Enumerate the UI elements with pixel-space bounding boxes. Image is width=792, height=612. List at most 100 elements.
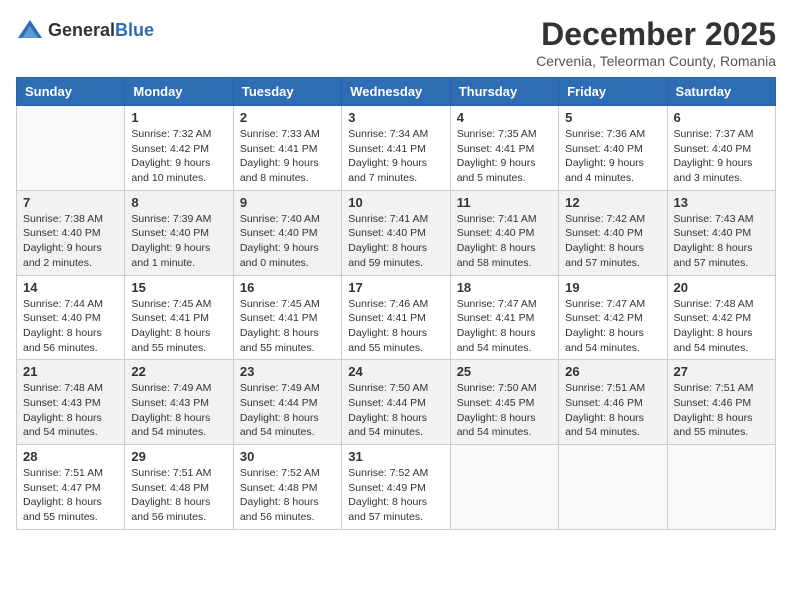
daylight-text: Daylight: 8 hours and 54 minutes. [348,412,427,439]
sunrise-text: Sunrise: 7:39 AM [131,213,211,225]
daylight-text: Daylight: 8 hours and 58 minutes. [457,242,536,269]
daylight-text: Daylight: 9 hours and 3 minutes. [674,157,753,184]
sunset-text: Sunset: 4:49 PM [348,482,426,494]
calendar-cell: 24Sunrise: 7:50 AMSunset: 4:44 PMDayligh… [342,360,450,445]
day-info: Sunrise: 7:39 AMSunset: 4:40 PMDaylight:… [131,212,226,271]
sunset-text: Sunset: 4:43 PM [131,397,209,409]
sunrise-text: Sunrise: 7:51 AM [674,382,754,394]
sunset-text: Sunset: 4:41 PM [131,312,209,324]
calendar-cell: 23Sunrise: 7:49 AMSunset: 4:44 PMDayligh… [233,360,341,445]
weekday-header: Wednesday [342,78,450,106]
calendar-cell: 27Sunrise: 7:51 AMSunset: 4:46 PMDayligh… [667,360,775,445]
calendar-cell: 1 Sunrise: 7:32 AMSunset: 4:42 PMDaylight… [125,106,233,191]
sunrise-text: Sunrise: 7:51 AM [23,467,103,479]
sunset-text: Sunset: 4:44 PM [240,397,318,409]
day-info: Sunrise: 7:38 AMSunset: 4:40 PMDaylight:… [23,212,118,271]
sunset-text: Sunset: 4:40 PM [457,227,535,239]
day-number: 2 [240,110,335,125]
day-number: 14 [23,280,118,295]
daylight-text: Daylight: 8 hours and 54 minutes. [23,412,102,439]
sunrise-text: Sunrise: 7:49 AM [240,382,320,394]
sunrise-text: Sunrise: 7:49 AM [131,382,211,394]
sunset-text: Sunset: 4:41 PM [457,143,535,155]
weekday-header: Thursday [450,78,558,106]
day-number: 29 [131,449,226,464]
sunrise-text: Sunrise: 7:48 AM [23,382,103,394]
calendar-cell: 15Sunrise: 7:45 AMSunset: 4:41 PMDayligh… [125,275,233,360]
daylight-text: Daylight: 8 hours and 57 minutes. [348,496,427,523]
sunrise-text: Sunrise: 7:51 AM [565,382,645,394]
sunset-text: Sunset: 4:41 PM [348,312,426,324]
daylight-text: Daylight: 8 hours and 56 minutes. [131,496,210,523]
day-info: Sunrise: 7:48 AMSunset: 4:43 PMDaylight:… [23,381,118,440]
day-info: Sunrise: 7:48 AMSunset: 4:42 PMDaylight:… [674,297,769,356]
day-info: Sunrise: 7:47 AMSunset: 4:42 PMDaylight:… [565,297,660,356]
sunrise-text: Sunrise: 7:36 AM [565,128,645,140]
day-number: 28 [23,449,118,464]
daylight-text: Daylight: 9 hours and 0 minutes. [240,242,319,269]
calendar-cell: 18Sunrise: 7:47 AMSunset: 4:41 PMDayligh… [450,275,558,360]
day-number: 10 [348,195,443,210]
sunrise-text: Sunrise: 7:46 AM [348,298,428,310]
calendar-cell [17,106,125,191]
sunrise-text: Sunrise: 7:45 AM [240,298,320,310]
calendar-cell [559,445,667,530]
day-number: 17 [348,280,443,295]
daylight-text: Daylight: 8 hours and 54 minutes. [457,412,536,439]
calendar-cell: 19 Sunrise: 7:47 AMSunset: 4:42 PMDayligh… [559,275,667,360]
calendar-week-row: 28 Sunrise: 7:51 AM Sunset: 4:47 PM Dayligh… [17,445,776,530]
day-info: Sunrise: 7:37 AMSunset: 4:40 PMDaylight:… [674,127,769,186]
calendar-cell: 29Sunrise: 7:51 AMSunset: 4:48 PMDayligh… [125,445,233,530]
daylight-text: Daylight: 8 hours and 54 minutes. [565,412,644,439]
day-number: 1 [131,110,226,125]
daylight-text: Daylight: 8 hours and 55 minutes. [131,327,210,354]
day-number: 13 [674,195,769,210]
month-title: December 2025 [536,16,776,53]
sunrise-text: Sunrise: 7:45 AM [131,298,211,310]
daylight-text: Daylight: 8 hours and 54 minutes. [674,327,753,354]
sunrise-text: Sunrise: 7:52 AM [240,467,320,479]
day-number: 16 [240,280,335,295]
day-number: 24 [348,364,443,379]
day-info: Sunrise: 7:41 AMSunset: 4:40 PMDaylight:… [348,212,443,271]
calendar-cell: 22Sunrise: 7:49 AMSunset: 4:43 PMDayligh… [125,360,233,445]
sunset-text: Sunset: 4:48 PM [240,482,318,494]
day-info: Sunrise: 7:50 AMSunset: 4:45 PMDaylight:… [457,381,552,440]
sunset-text: Sunset: 4:44 PM [348,397,426,409]
day-info: Sunrise: 7:40 AMSunset: 4:40 PMDaylight:… [240,212,335,271]
day-info: Sunrise: 7:51 AMSunset: 4:46 PMDaylight:… [565,381,660,440]
day-number: 4 [457,110,552,125]
day-info: Sunrise: 7:32 AMSunset: 4:42 PMDaylight:… [131,127,226,186]
sunset-text: Sunset: 4:40 PM [23,227,101,239]
calendar-cell: 14Sunrise: 7:44 AMSunset: 4:40 PMDayligh… [17,275,125,360]
calendar-cell: 12Sunrise: 7:42 AMSunset: 4:40 PMDayligh… [559,190,667,275]
day-number: 9 [240,195,335,210]
calendar-cell [667,445,775,530]
day-info: Sunrise: 7:41 AMSunset: 4:40 PMDaylight:… [457,212,552,271]
title-area: December 2025 Cervenia, Teleorman County… [536,16,776,69]
daylight-text: Daylight: 8 hours and 54 minutes. [240,412,319,439]
calendar-cell: 2Sunrise: 7:33 AMSunset: 4:41 PMDaylight… [233,106,341,191]
calendar-cell: 21Sunrise: 7:48 AMSunset: 4:43 PMDayligh… [17,360,125,445]
day-info: Sunrise: 7:43 AMSunset: 4:40 PMDaylight:… [674,212,769,271]
day-number: 6 [674,110,769,125]
day-info: Sunrise: 7:51 AMSunset: 4:47 PMDaylight:… [23,466,118,525]
calendar-header-row: SundayMondayTuesdayWednesdayThursdayFrid… [17,78,776,106]
daylight-text: Daylight: 9 hours and 7 minutes. [348,157,427,184]
day-number: 26 [565,364,660,379]
day-number: 30 [240,449,335,464]
day-number: 27 [674,364,769,379]
sunrise-text: Sunrise: 7:37 AM [674,128,754,140]
sunset-text: Sunset: 4:40 PM [674,227,752,239]
daylight-text: Daylight: 9 hours and 2 minutes. [23,242,102,269]
daylight-text: Daylight: 8 hours and 54 minutes. [457,327,536,354]
sunset-text: Sunset: 4:47 PM [23,482,101,494]
sunset-text: Sunset: 4:41 PM [348,143,426,155]
calendar-cell: 13 Sunrise: 7:43 AMSunset: 4:40 PMDayligh… [667,190,775,275]
sunrise-text: Sunrise: 7:42 AM [565,213,645,225]
calendar-cell: 31Sunrise: 7:52 AMSunset: 4:49 PMDayligh… [342,445,450,530]
calendar-week-row: 1 Sunrise: 7:32 AMSunset: 4:42 PMDaylight… [17,106,776,191]
day-number: 19 [565,280,660,295]
sunset-text: Sunset: 4:41 PM [457,312,535,324]
calendar-cell: 26 Sunrise: 7:51 AMSunset: 4:46 PMDayligh… [559,360,667,445]
